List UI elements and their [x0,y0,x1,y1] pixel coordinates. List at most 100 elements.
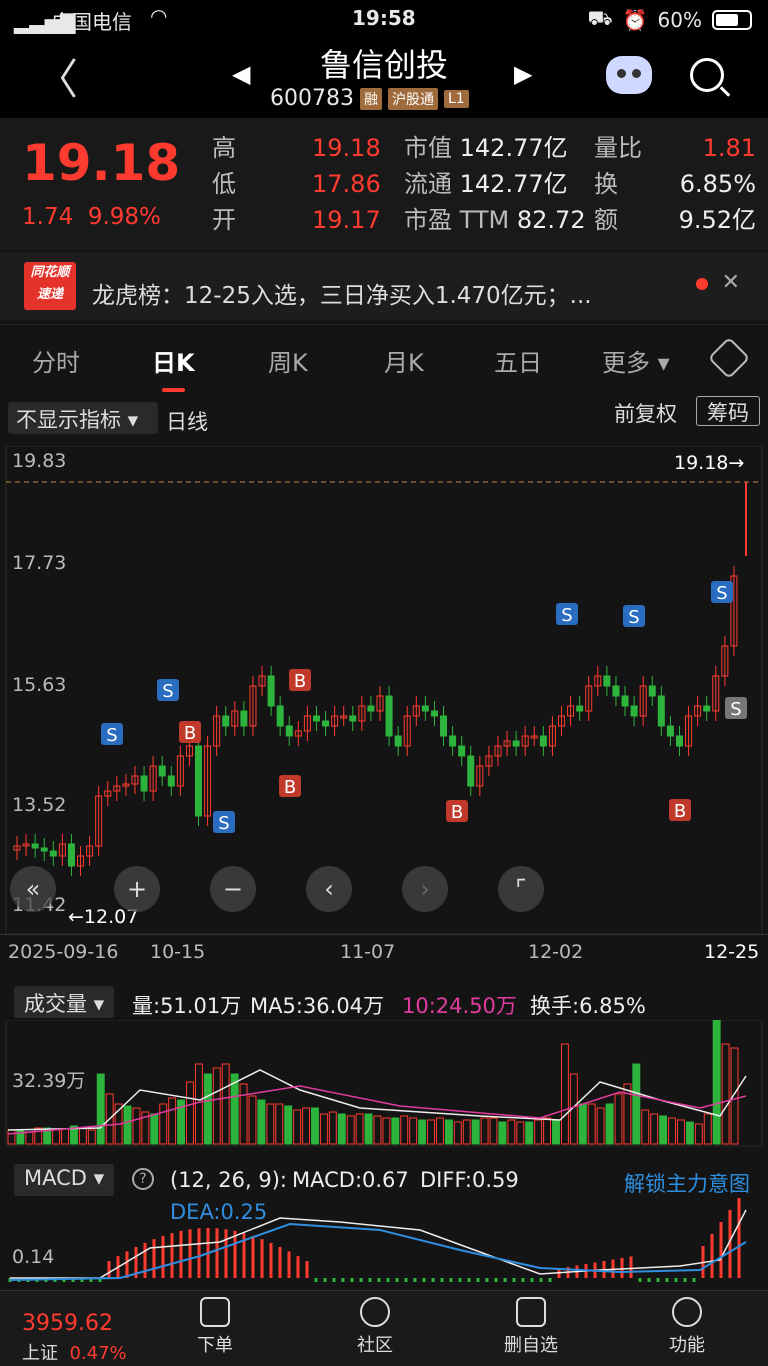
volume-bar [61,1128,69,1145]
volume-bar [507,1119,516,1145]
menu-icon [672,1297,702,1327]
volume-select[interactable]: 成交量 ▾ [14,986,115,1018]
volume-bar [257,1099,266,1145]
y-label-1: 19.83 [12,450,67,472]
quote-col-3-values: 1.81 6.85% 9.52亿 [678,134,756,234]
volume-bar [400,1115,409,1145]
signal-marker-label: S [730,699,741,720]
volume-bar [677,1119,685,1145]
volume-bar [293,1109,302,1145]
candle-body [312,715,320,722]
volume-bar [248,1095,257,1145]
last-price: 19.18 [22,134,181,192]
unread-dot [696,278,708,290]
nav-remove-watchlist[interactable]: 删自选 [486,1297,576,1357]
nav-functions[interactable]: 功能 [642,1297,732,1357]
candle-body [267,675,275,707]
candle-body [195,745,202,817]
volume-bar [703,1113,712,1145]
status-bar: ▂▃▅▇ 中国电信 ◠ 19:58 ⛟ ⏰ 60% [0,0,768,36]
candle-body [158,765,166,777]
volume-bar [614,1093,623,1145]
volume-bar [373,1115,382,1145]
indicator-select[interactable]: 不显示指标 ▾ [8,402,158,434]
volume-bar [52,1129,61,1145]
kline-chart[interactable]: SSBSBBBS SBSS [0,446,768,934]
volume-bar [650,1113,659,1145]
candle-body [40,847,48,852]
x-label-5: 12-25 [704,941,760,963]
turnover: 换手:6.85% [530,994,646,1018]
volume-bar [605,1103,614,1145]
candle-body [458,745,466,757]
assistant-robot-icon[interactable] [606,56,652,94]
volume-ma5: MA5:36.04万 [250,994,385,1018]
macd-chart [8,1198,747,1282]
clock: 19:58 [352,6,416,30]
next-stock-icon[interactable]: ▶ [514,60,532,88]
tag-connect: 沪股通 [387,87,438,110]
minus-box-icon [516,1297,546,1327]
adjust-button[interactable]: 前复权 [614,398,677,428]
volume-bar [596,1107,605,1145]
volume-bar [87,1129,96,1145]
signal-marker-label: S [628,607,639,628]
quote-panel: 19.18 1.74 9.98% 高 低 开 19.18 17.86 19.17… [0,118,768,250]
signal-marker-label: B [284,777,296,798]
settings-icon[interactable] [707,336,751,380]
zoom-in-icon[interactable]: + [114,866,160,912]
period-tabs: 分时 日K 周K 月K 五日 更多 ▾ [0,324,768,392]
index-info[interactable]: 上证 0.47% [22,1339,127,1365]
tab-intraday[interactable]: 分时 [32,343,80,378]
candle-body [449,735,457,747]
volume-bar [498,1121,507,1145]
tab-daily[interactable]: 日K [152,343,195,392]
news-banner[interactable]: 同花顺 速递 龙虎榜：12-25入选，三日净买入1.470亿元；... ✕ [0,252,768,320]
signal-marker-label: B [184,723,196,744]
volume-bar [552,1119,560,1145]
candle-body [140,775,148,792]
fullscreen-icon[interactable]: ⌜ [498,866,544,912]
signal-marker-label: S [561,605,572,626]
nav-community[interactable]: 社区 [330,1297,420,1357]
volume-bar [284,1105,293,1145]
volume-bar [453,1121,462,1145]
candle-body [349,715,357,722]
close-icon[interactable]: ✕ [722,270,740,295]
volume-bar [194,1063,203,1145]
help-icon[interactable]: ? [132,1168,154,1190]
star-icon [360,1297,390,1327]
wifi-icon: ◠ [150,4,168,28]
chips-button[interactable]: 筹码 [696,396,760,426]
pan-left-icon[interactable]: ‹ [306,866,352,912]
signal-marker-label: S [162,681,173,702]
tab-five-day[interactable]: 五日 [494,343,542,378]
y-label-4: 13.52 [12,794,67,816]
volume-bar [132,1107,141,1145]
x-axis: 2025-09-16 10-15 11-07 12-02 12-25 [0,934,768,976]
volume-bar [203,1073,212,1145]
volume-bar [159,1103,168,1145]
tab-more[interactable]: 更多 ▾ [602,343,670,378]
macd-select[interactable]: MACD ▾ [14,1164,115,1196]
pan-right-icon[interactable]: › [402,866,448,912]
volume-bar [578,1103,587,1145]
candle-body [675,735,683,747]
nav-order[interactable]: 下单 [170,1297,260,1357]
signal-marker-label: B [294,671,306,692]
candle-body [612,685,620,697]
candle-body [394,735,402,747]
tab-monthly[interactable]: 月K [384,343,424,378]
zoom-out-icon[interactable]: − [210,866,256,912]
high-marker: 19.18→ [674,452,745,474]
macd-value: MACD:0.67 [292,1168,409,1192]
tab-weekly[interactable]: 周K [268,343,308,378]
volume-bar [712,1020,721,1145]
unlock-link[interactable]: 解锁主力意图 [624,1168,750,1198]
rewind-icon[interactable]: « [10,866,56,912]
search-icon[interactable] [690,58,724,92]
volume-bar [668,1117,677,1145]
volume-bar [7,1129,16,1145]
index-value: 3959.62 [22,1311,113,1336]
volume-bar [212,1067,221,1145]
